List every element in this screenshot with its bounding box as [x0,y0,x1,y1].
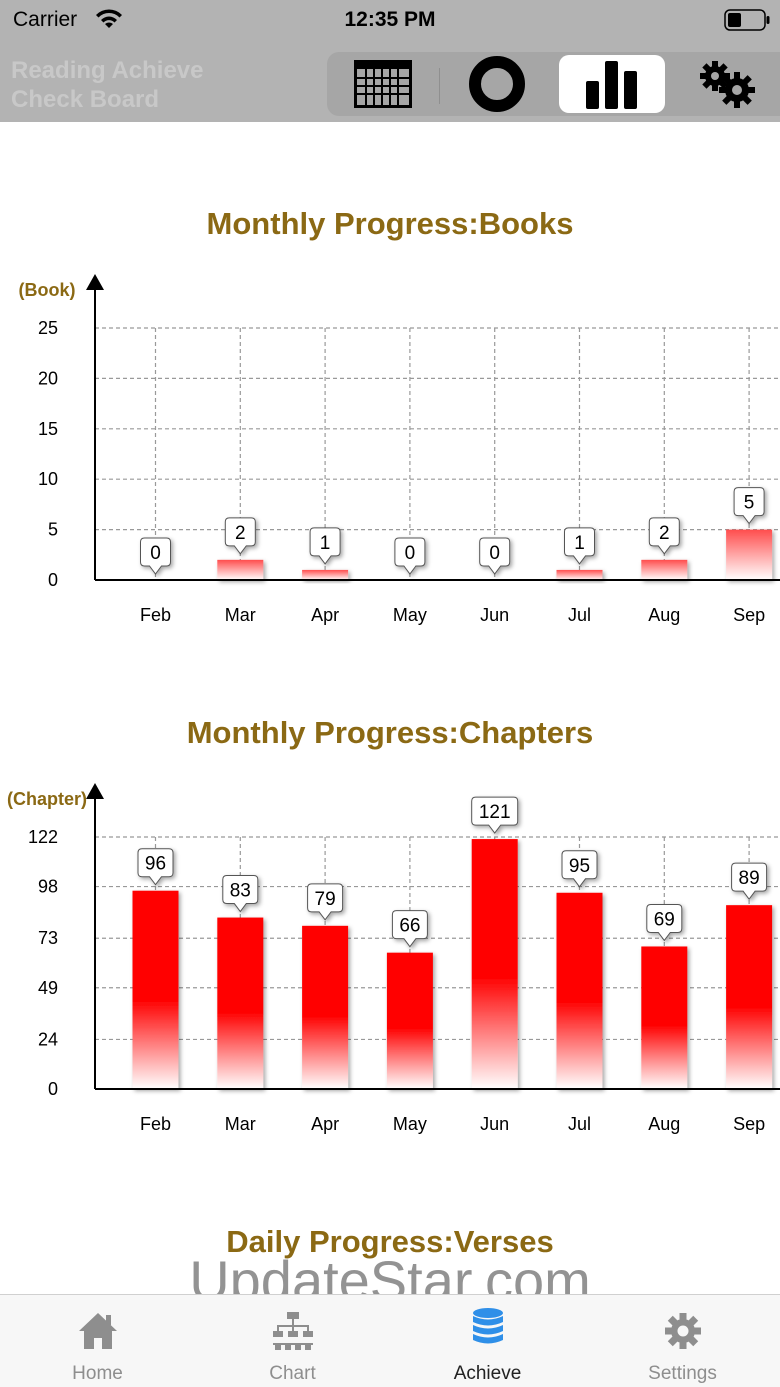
tab-chart[interactable]: Chart [195,1295,390,1387]
y-tick-label: 49 [38,978,58,998]
data-label: 83 [230,881,251,902]
achieve-content[interactable]: Monthly Progress:Books 0 5 10 15 20 25 (Book) F… [0,122,780,1294]
bar-apr [302,569,349,580]
data-label: 79 [315,889,336,910]
org-chart-icon [273,1312,313,1350]
y-tick-label: 0 [48,1079,58,1099]
segment-divider [439,68,440,104]
gears-icon [699,61,755,108]
bar-jul [556,569,603,580]
bar-feb [132,890,179,1089]
data-label: 5 [744,493,755,514]
bar-sep [726,905,773,1089]
x-tick-label: Apr [311,1114,339,1134]
bar-jul [556,892,603,1089]
data-label: 95 [569,856,590,877]
data-label: 66 [399,916,420,937]
segment-calendar[interactable] [327,55,438,113]
app-title: Reading Achieve Check Board [11,57,204,113]
x-tick-label: Feb [140,1114,171,1134]
data-label: 121 [479,802,511,823]
x-tick-label: Aug [648,605,680,625]
x-tick-label: Aug [648,1114,680,1134]
database-icon [473,1308,503,1344]
data-label: 1 [574,533,585,554]
y-tick-label: 73 [38,928,58,948]
battery-icon [724,9,770,31]
tab-achieve[interactable]: Achieve [390,1295,585,1387]
y-axis-unit: (Book) [19,280,76,300]
ring-icon [469,56,525,112]
y-tick-label: 98 [38,877,58,897]
data-label: 0 [150,543,161,564]
y-tick-label: 24 [38,1029,58,1049]
tab-achieve-label: Achieve [453,1363,522,1384]
bar-may [386,952,433,1089]
x-tick-label: Apr [311,605,339,625]
x-tick-label: Jun [480,1114,509,1134]
status-bar: Carrier 12:35 PM [0,0,780,40]
x-tick-label: Jul [568,1114,591,1134]
bar-sep [726,529,773,580]
x-tick-label: Feb [140,605,171,625]
bar-apr [302,925,349,1089]
y-axis-arrow [86,274,104,290]
tab-home-label: Home [72,1363,123,1384]
data-label: 69 [654,909,675,930]
tab-settings[interactable]: Settings [585,1295,780,1387]
tab-settings-label: Settings [648,1363,717,1384]
data-label: 96 [145,854,166,875]
bar-chart-icon [586,61,637,109]
data-label: 0 [405,543,416,564]
data-label: 2 [659,523,670,544]
data-label: 89 [739,868,760,889]
y-tick-label: 122 [28,827,58,847]
bar-jun [471,839,518,1089]
y-axis-arrow [86,783,104,799]
bar-mar [217,559,264,580]
bar-mar [217,917,264,1089]
view-segmented-control [327,52,780,116]
y-tick-label: 10 [38,469,58,489]
x-tick-label: Sep [733,1114,765,1134]
x-tick-label: May [393,1114,427,1134]
books-bar-chart: 0510152025(Book)Feb Mar Apr May Jun Jul Aug Sep… [19,274,780,625]
x-tick-label: Mar [225,605,256,625]
x-tick-label: May [393,605,427,625]
tab-home[interactable]: Home [0,1295,195,1387]
books-chart-title: Monthly Progress:Books [206,206,574,241]
status-time: 12:35 PM [344,8,436,31]
gear-icon [665,1313,701,1349]
segment-ring[interactable] [441,55,553,113]
data-label: 1 [320,533,331,554]
segment-settings[interactable] [671,55,780,113]
x-tick-label: Jun [480,605,509,625]
x-tick-label: Sep [733,605,765,625]
calendar-grid-icon [353,60,412,108]
x-tick-label: Mar [225,1114,256,1134]
tab-chart-label: Chart [269,1363,316,1384]
data-label: 2 [235,523,246,544]
home-icon [79,1313,117,1349]
y-tick-label: 20 [38,368,58,388]
y-tick-label: 5 [48,520,58,540]
bar-aug [641,946,688,1089]
segment-bar-chart[interactable] [559,55,665,113]
tab-bar: Home Chart Achieve Settings [0,1294,780,1387]
chapters-chart-title: Monthly Progress:Chapters [186,715,594,750]
chapters-bar-chart: 0 24 49 73 98 122 (Chapter) Feb Mar Apr May Jun Jul A… [7,783,780,1134]
app-header: Reading Achieve Check Board [0,40,780,122]
data-label: 0 [489,543,500,564]
bar-aug [641,559,688,580]
y-axis-unit: (Chapter) [7,789,87,809]
y-tick-label: 0 [48,570,58,590]
y-tick-label: 25 [38,318,58,338]
x-tick-label: Jul [568,605,591,625]
y-tick-label: 15 [38,419,58,439]
